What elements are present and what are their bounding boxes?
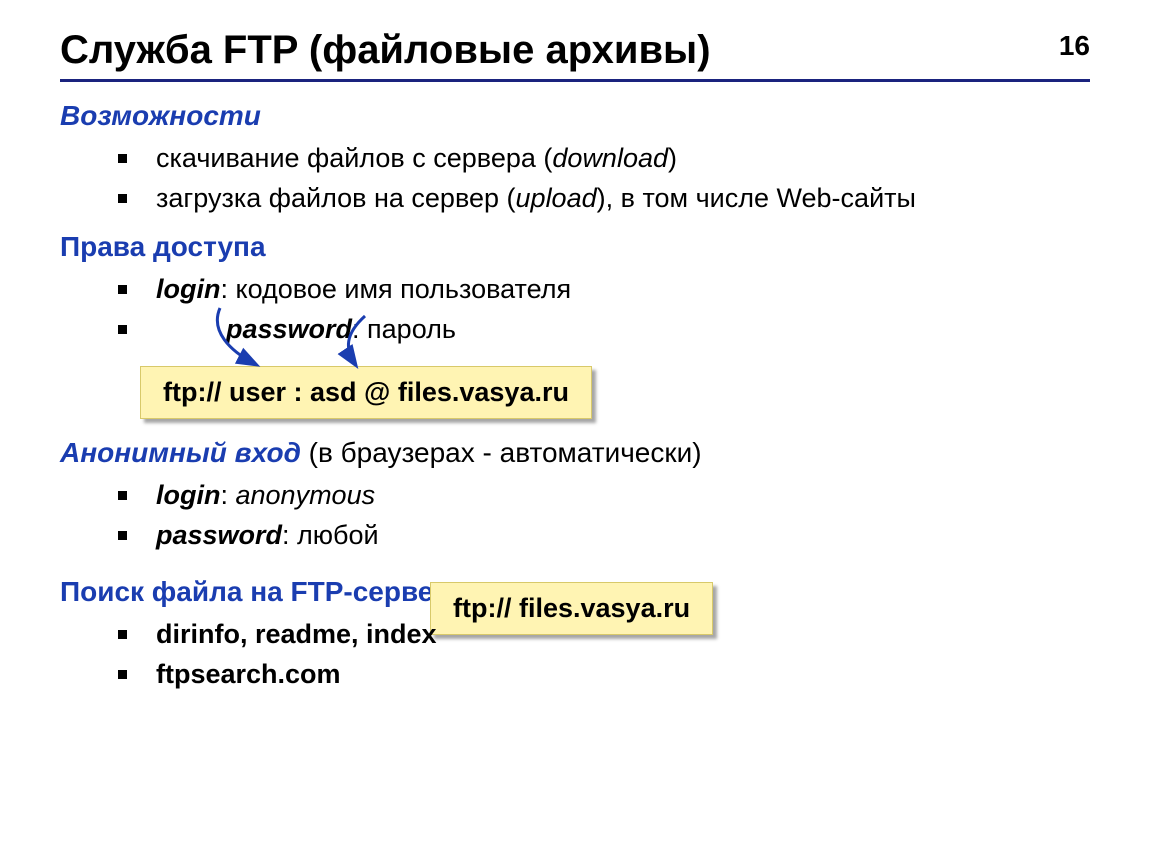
text: ftpsearch.com (156, 659, 341, 689)
heading-text: Анонимный вход (60, 437, 301, 468)
value-anonymous: anonymous (236, 480, 376, 510)
section-heading-anon: Анонимный вход (в браузерах - автоматиче… (60, 437, 1090, 469)
term-upload: upload (516, 183, 597, 213)
access-list: login: кодовое имя пользователя password… (60, 271, 1090, 348)
text: : любой (282, 520, 379, 550)
text: : (220, 480, 235, 510)
list-item: login: anonymous (118, 477, 1090, 513)
anon-list: login: anonymous password: любой (60, 477, 1090, 554)
term-password: password (226, 314, 352, 344)
term-login: login (156, 274, 220, 304)
search-list: dirinfo, readme, index ftpsearch.com (60, 616, 1090, 693)
example-box-1-wrap: ftp:// user : asd @ files.vasya.ru (140, 366, 780, 419)
slide: 16 Служба FTP (файловые архивы) Возможно… (0, 0, 1150, 864)
term-download: download (552, 143, 668, 173)
text: : кодовое имя пользователя (220, 274, 571, 304)
heading-tail: (в браузерах - автоматически) (301, 437, 702, 468)
text: загрузка файлов на сервер ( (156, 183, 516, 213)
list-item: login: кодовое имя пользователя (118, 271, 1090, 307)
section-heading-access: Права доступа (60, 231, 1090, 263)
term-password: password (156, 520, 282, 550)
text: ), в том числе Web-сайты (597, 183, 916, 213)
list-item: password: любой (118, 517, 1090, 553)
text: ) (668, 143, 677, 173)
text: скачивание файлов c сервера ( (156, 143, 552, 173)
list-item: загрузка файлов на сервер (upload), в то… (118, 180, 1090, 216)
page-number: 16 (1059, 30, 1090, 62)
section-heading-capabilities: Возможности (60, 100, 1090, 132)
list-item: dirinfo, readme, index (118, 616, 1090, 652)
list-item: password: пароль (118, 311, 1090, 347)
capabilities-list: скачивание файлов c сервера (download) з… (60, 140, 1090, 217)
title-underline (60, 79, 1090, 82)
list-item: скачивание файлов c сервера (download) (118, 140, 1090, 176)
text: dirinfo, readme, index (156, 619, 437, 649)
slide-title: Служба FTP (файловые архивы) (60, 28, 1090, 73)
list-item: ftpsearch.com (118, 656, 1090, 692)
example-box-1: ftp:// user : asd @ files.vasya.ru (140, 366, 592, 419)
text: : пароль (352, 314, 456, 344)
term-login: login (156, 480, 220, 510)
